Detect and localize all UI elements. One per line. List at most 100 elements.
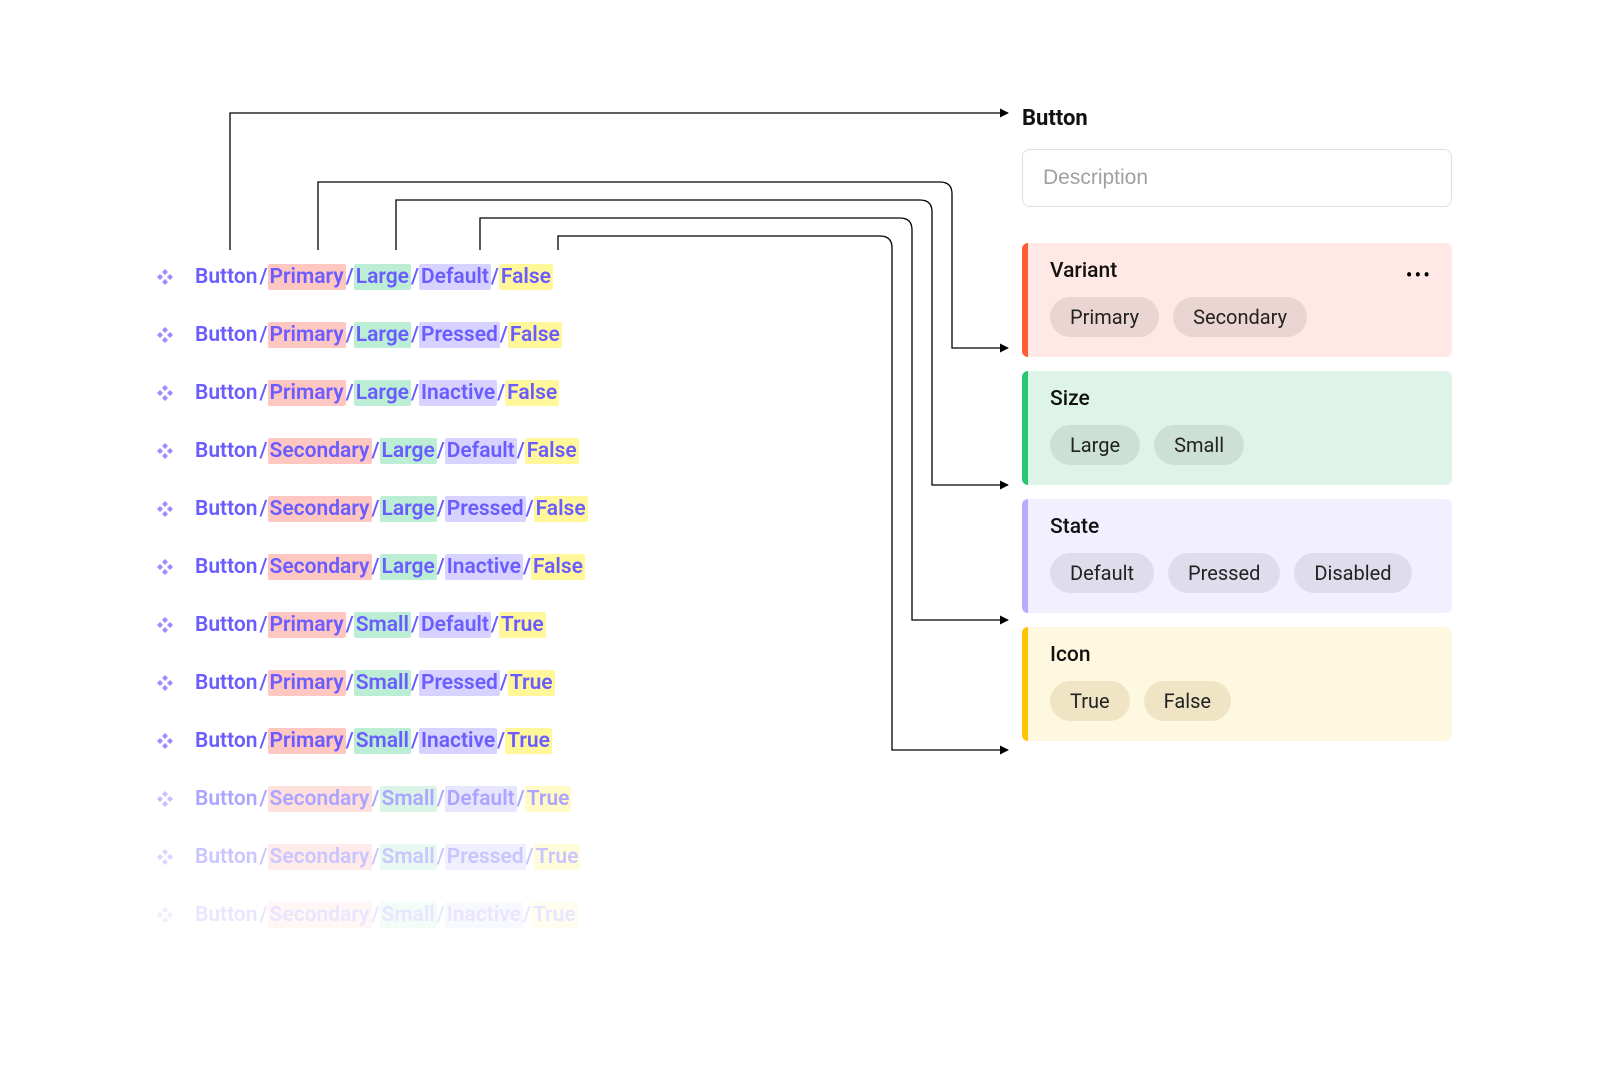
- layer-row[interactable]: Button/Primary/Large/Default/False: [155, 265, 588, 289]
- layer-segment: Button: [193, 786, 260, 812]
- layer-segment: Button: [193, 554, 260, 580]
- description-input[interactable]: [1022, 149, 1452, 207]
- layer-segment: Button: [193, 844, 260, 870]
- layer-segment: True: [499, 612, 546, 638]
- layer-segment: Secondary: [268, 438, 372, 464]
- layer-list: Button/Primary/Large/Default/FalseButton…: [155, 265, 588, 927]
- layer-segment: Small: [380, 902, 437, 928]
- layer-segment: Pressed: [445, 844, 526, 870]
- layer-segment: True: [505, 728, 552, 754]
- layer-name: Button/Primary/Large/Inactive/False: [193, 381, 559, 405]
- option-pill[interactable]: True: [1050, 681, 1130, 721]
- layer-segment: Secondary: [268, 554, 372, 580]
- property-options: Default Pressed Disabled: [1050, 553, 1430, 593]
- layer-separator: /: [260, 903, 268, 927]
- layer-separator: /: [526, 845, 534, 869]
- layer-segment: Large: [380, 438, 437, 464]
- layer-segment: Secondary: [268, 786, 372, 812]
- option-pill[interactable]: Small: [1154, 425, 1244, 465]
- layer-separator: /: [437, 555, 445, 579]
- layer-name: Button/Secondary/Large/Default/False: [193, 439, 579, 463]
- option-pill[interactable]: Large: [1050, 425, 1140, 465]
- property-group-variant: Variant••• Primary Secondary: [1022, 243, 1452, 357]
- layer-row[interactable]: Button/Primary/Large/Pressed/False: [155, 323, 588, 347]
- layer-segment: Primary: [268, 322, 346, 348]
- layer-segment: Small: [354, 612, 411, 638]
- layer-segment: False: [531, 554, 585, 580]
- layer-name: Button/Primary/Large/Default/False: [193, 265, 553, 289]
- layer-row[interactable]: Button/Secondary/Small/Pressed/True: [155, 845, 588, 869]
- layer-name: Button/Secondary/Small/Pressed/True: [193, 845, 580, 869]
- layer-separator: /: [260, 381, 268, 405]
- layer-separator: /: [372, 787, 380, 811]
- layer-separator: /: [517, 439, 525, 463]
- option-pill[interactable]: Disabled: [1294, 553, 1411, 593]
- property-name: State: [1050, 515, 1430, 539]
- component-icon: [155, 673, 175, 693]
- layer-row[interactable]: Button/Secondary/Large/Default/False: [155, 439, 588, 463]
- layer-segment: True: [534, 844, 581, 870]
- layer-name: Button/Primary/Small/Pressed/True: [193, 671, 555, 695]
- layer-separator: /: [500, 323, 508, 347]
- layer-separator: /: [260, 729, 268, 753]
- layer-segment: Default: [419, 264, 491, 290]
- properties-panel: Button Variant•••PrimarySecondarySizeLar…: [1022, 106, 1452, 755]
- layer-segment: False: [508, 322, 562, 348]
- layer-separator: /: [523, 555, 531, 579]
- layer-segment: Large: [354, 264, 411, 290]
- layer-segment: True: [508, 670, 555, 696]
- layer-separator: /: [517, 787, 525, 811]
- layer-row[interactable]: Button/Primary/Small/Default/True: [155, 613, 588, 637]
- layer-separator: /: [372, 497, 380, 521]
- layer-segment: Large: [380, 496, 437, 522]
- layer-segment: False: [534, 496, 588, 522]
- option-pill[interactable]: False: [1144, 681, 1231, 721]
- property-name: Icon: [1050, 643, 1430, 667]
- layer-separator: /: [260, 845, 268, 869]
- layer-name: Button/Primary/Small/Inactive/True: [193, 729, 552, 753]
- layer-segment: Inactive: [445, 902, 523, 928]
- layer-separator: /: [437, 439, 445, 463]
- option-pill[interactable]: Primary: [1050, 297, 1159, 337]
- layer-separator: /: [437, 903, 445, 927]
- layer-separator: /: [372, 903, 380, 927]
- property-options: True False: [1050, 681, 1430, 721]
- layer-segment: Button: [193, 380, 260, 406]
- layer-row[interactable]: Button/Secondary/Large/Pressed/False: [155, 497, 588, 521]
- layer-segment: Primary: [268, 728, 346, 754]
- layer-segment: False: [499, 264, 553, 290]
- component-icon: [155, 847, 175, 867]
- layer-separator: /: [346, 671, 354, 695]
- layer-segment: Pressed: [419, 670, 500, 696]
- layer-row[interactable]: Button/Secondary/Small/Inactive/True: [155, 903, 588, 927]
- layer-row[interactable]: Button/Secondary/Large/Inactive/False: [155, 555, 588, 579]
- layer-segment: Large: [380, 554, 437, 580]
- layer-segment: Pressed: [419, 322, 500, 348]
- component-icon: [155, 615, 175, 635]
- layer-separator: /: [260, 439, 268, 463]
- component-icon: [155, 731, 175, 751]
- layer-separator: /: [260, 787, 268, 811]
- layer-segment: Primary: [268, 612, 346, 638]
- layer-separator: /: [497, 729, 505, 753]
- layer-separator: /: [260, 265, 268, 289]
- layer-row[interactable]: Button/Primary/Small/Inactive/True: [155, 729, 588, 753]
- layer-segment: Button: [193, 612, 260, 638]
- layer-separator: /: [260, 671, 268, 695]
- layer-separator: /: [411, 729, 419, 753]
- option-pill[interactable]: Secondary: [1173, 297, 1307, 337]
- layer-separator: /: [523, 903, 531, 927]
- layer-separator: /: [500, 671, 508, 695]
- option-pill[interactable]: Pressed: [1168, 553, 1280, 593]
- layer-row[interactable]: Button/Primary/Small/Pressed/True: [155, 671, 588, 695]
- property-name: Variant: [1050, 259, 1430, 283]
- layer-separator: /: [437, 497, 445, 521]
- property-options: Primary Secondary: [1050, 297, 1430, 337]
- component-icon: [155, 267, 175, 287]
- layer-separator: /: [372, 555, 380, 579]
- layer-row[interactable]: Button/Primary/Large/Inactive/False: [155, 381, 588, 405]
- option-pill[interactable]: Default: [1050, 553, 1154, 593]
- component-icon: [155, 441, 175, 461]
- layer-row[interactable]: Button/Secondary/Small/Default/True: [155, 787, 588, 811]
- more-icon[interactable]: •••: [1406, 263, 1432, 287]
